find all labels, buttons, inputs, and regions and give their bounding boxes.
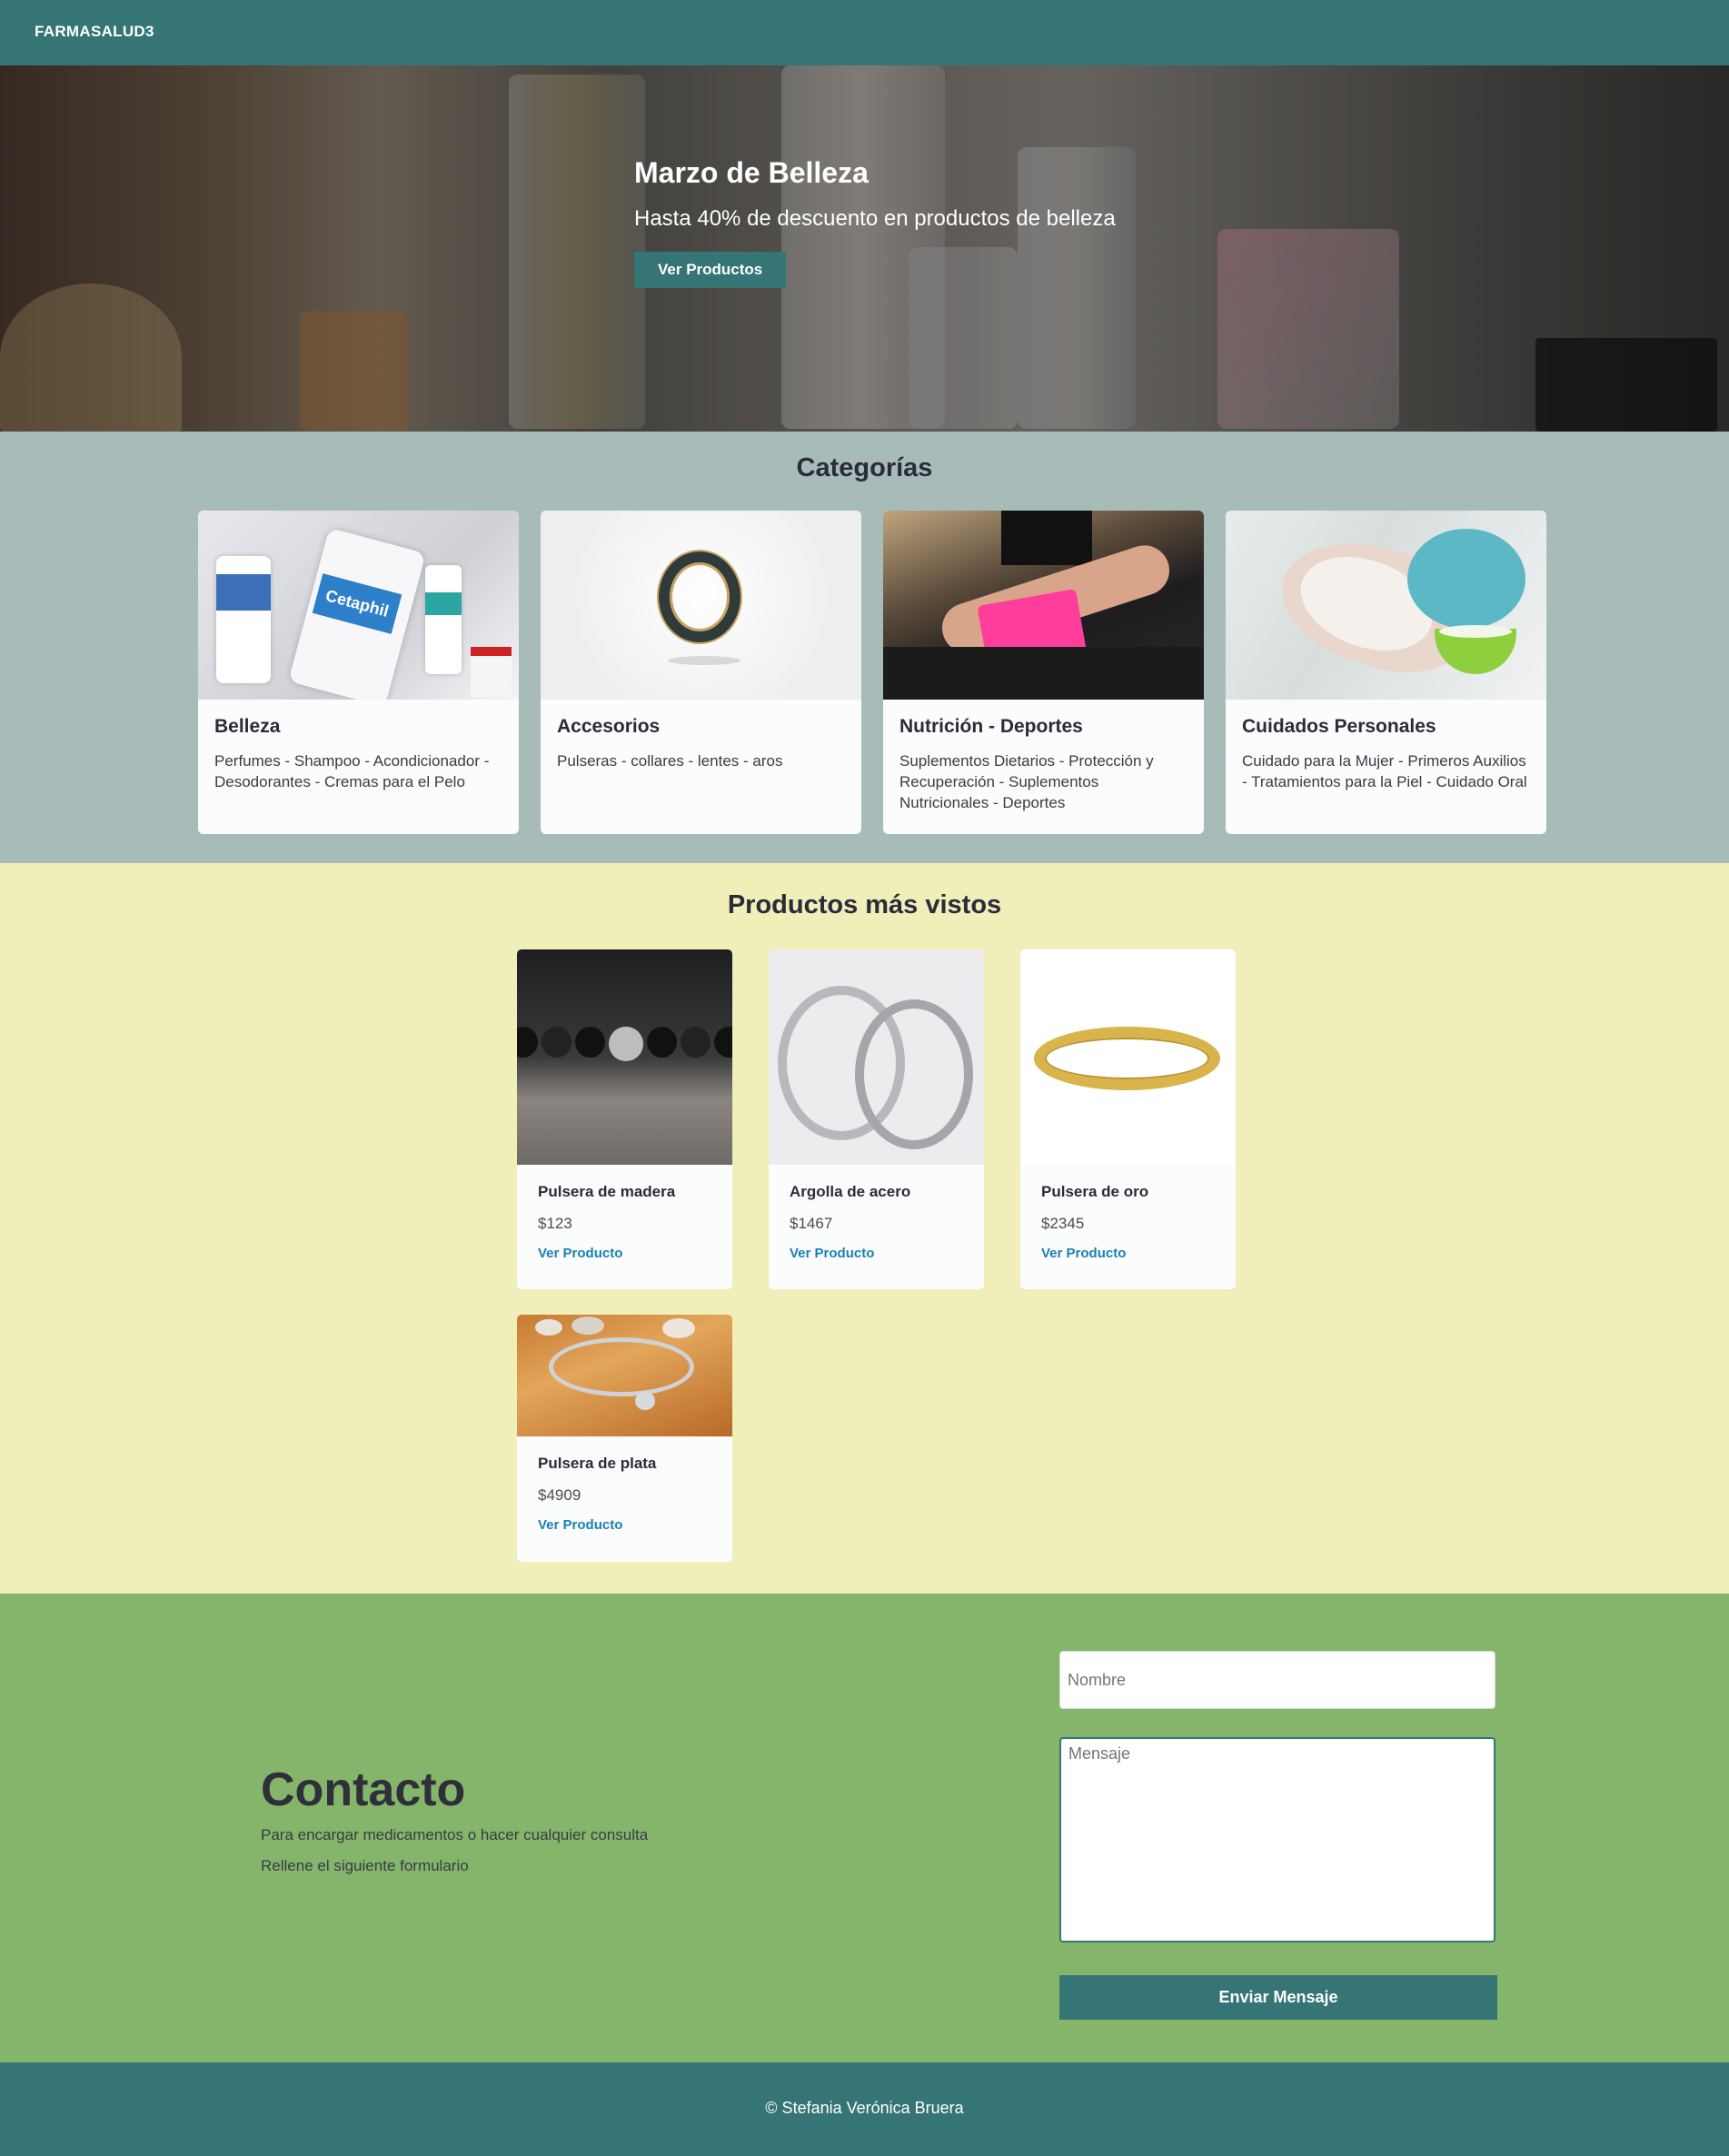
- category-description: Pulseras - collares - lentes - aros: [557, 752, 783, 770]
- product-image: [517, 949, 732, 1165]
- brand-logo-link[interactable]: FARMASALUD3: [35, 23, 154, 41]
- category-title: Accesorios: [557, 716, 661, 737]
- contact-title: Contacto: [261, 1764, 466, 1816]
- product-card[interactable]: Pulsera de plata $4909 Ver Producto: [517, 1315, 732, 1562]
- category-image: [883, 511, 1204, 700]
- hero-content: Marzo de Belleza Hasta 40% de descuento …: [634, 156, 1116, 288]
- hero-subtitle: Hasta 40% de descuento en productos de b…: [634, 206, 1116, 231]
- category-title: Nutrición - Deportes: [899, 716, 1083, 737]
- contact-instruction: Rellene el siguiente formulario: [261, 1857, 469, 1874]
- product-price: $123: [538, 1215, 572, 1232]
- footer: © Stefania Verónica Bruera: [0, 2062, 1729, 2156]
- category-card-cuidados-personales[interactable]: Cuidados Personales Cuidado para la Muje…: [1226, 511, 1546, 834]
- category-description: Perfumes - Shampoo - Acondicionador - De…: [214, 752, 490, 790]
- category-description: Suplementos Dietarios - Protección y Rec…: [899, 752, 1154, 811]
- category-image: [1226, 511, 1546, 700]
- category-title: Cuidados Personales: [1242, 716, 1436, 737]
- product-image: [1020, 949, 1236, 1165]
- contact-section: Contacto Para encargar medicamentos o ha…: [0, 1594, 1729, 2062]
- category-card-nutricion-deportes[interactable]: Nutrición - Deportes Suplementos Dietari…: [883, 511, 1204, 834]
- category-title: Belleza: [214, 716, 281, 737]
- category-card-accesorios[interactable]: Accesorios Pulseras - collares - lentes …: [541, 511, 861, 834]
- product-card[interactable]: Pulsera de oro $2345 Ver Producto: [1020, 949, 1236, 1289]
- send-message-button[interactable]: Enviar Mensaje: [1059, 1975, 1497, 2020]
- product-price: $4909: [538, 1486, 581, 1504]
- message-field[interactable]: [1059, 1737, 1495, 1942]
- hero-title: Marzo de Belleza: [634, 156, 869, 189]
- product-name: Pulsera de plata: [538, 1455, 657, 1472]
- view-products-button[interactable]: Ver Productos: [634, 252, 787, 288]
- categories-section: Categorías Cetaphil Belleza Perfumes - S…: [0, 432, 1729, 863]
- product-name: Pulsera de oro: [1041, 1183, 1149, 1200]
- footer-copyright: © Stefania Verónica Bruera: [765, 2099, 964, 2117]
- product-image: [769, 949, 984, 1165]
- product-card[interactable]: Argolla de acero $1467 Ver Producto: [769, 949, 984, 1289]
- view-product-link[interactable]: Ver Producto: [790, 1246, 874, 1261]
- view-product-link[interactable]: Ver Producto: [538, 1517, 622, 1533]
- product-price: $2345: [1041, 1215, 1085, 1232]
- categories-title: Categorías: [796, 453, 933, 482]
- product-name: Argolla de acero: [790, 1183, 911, 1200]
- category-description: Cuidado para la Mujer - Primeros Auxilio…: [1242, 752, 1527, 790]
- products-section: Productos más vistos Pulsera de madera $…: [0, 863, 1729, 1594]
- view-product-link[interactable]: Ver Producto: [538, 1246, 622, 1261]
- product-name: Pulsera de madera: [538, 1183, 676, 1200]
- product-card[interactable]: Pulsera de madera $123 Ver Producto: [517, 949, 732, 1289]
- category-image: Cetaphil: [198, 511, 519, 700]
- category-card-belleza[interactable]: Cetaphil Belleza Perfumes - Shampoo - Ac…: [198, 511, 519, 834]
- view-product-link[interactable]: Ver Producto: [1041, 1246, 1126, 1261]
- product-price: $1467: [790, 1215, 833, 1232]
- hero-banner: Marzo de Belleza Hasta 40% de descuento …: [0, 65, 1729, 432]
- navbar: FARMASALUD3: [0, 0, 1729, 65]
- products-title: Productos más vistos: [727, 890, 1002, 919]
- category-image: [541, 511, 861, 700]
- contact-description: Para encargar medicamentos o hacer cualq…: [261, 1826, 649, 1843]
- product-image: [517, 1315, 732, 1436]
- name-field[interactable]: [1059, 1651, 1495, 1709]
